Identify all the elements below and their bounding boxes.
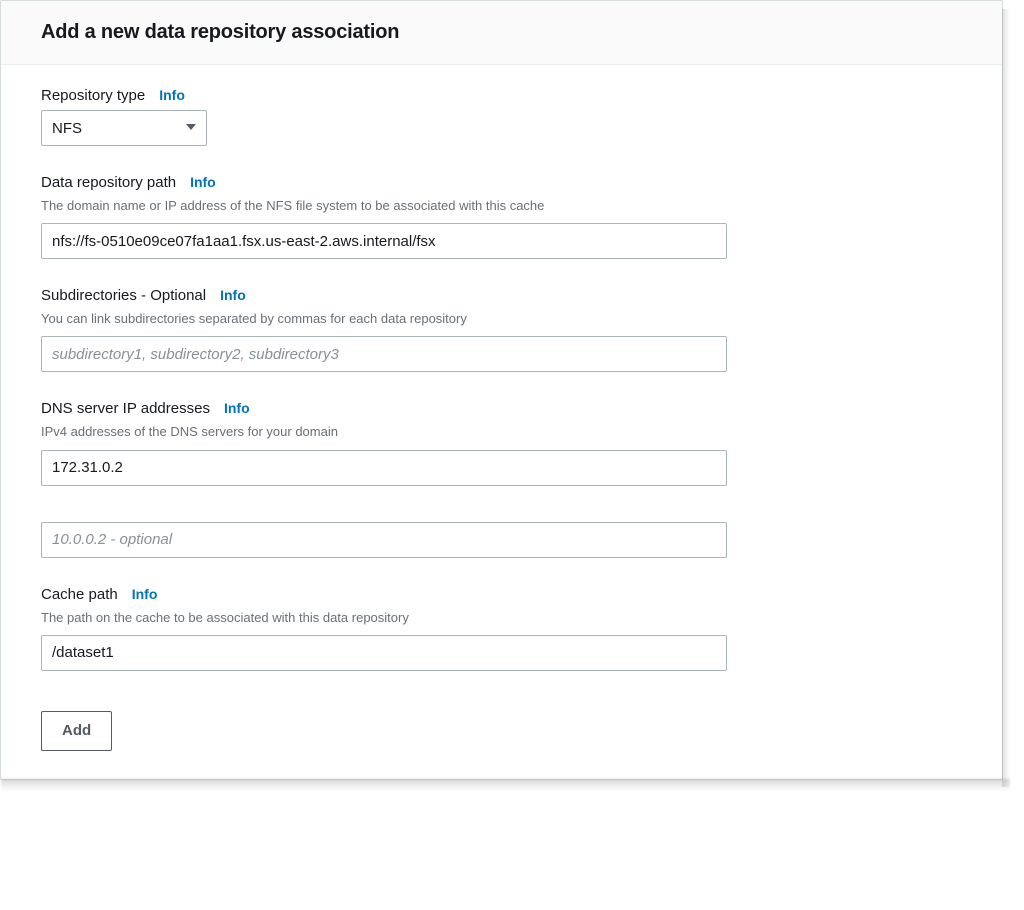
cache-path-group: Cache path Info The path on the cache to… [41,586,962,671]
dns-help: IPv4 addresses of the DNS servers for yo… [41,423,962,441]
dns-input-2[interactable] [41,522,727,558]
panel-header: Add a new data repository association [1,1,1002,65]
info-link[interactable]: Info [159,87,185,103]
repository-type-group: Repository type Info NFS [41,87,962,146]
cache-path-help: The path on the cache to be associated w… [41,609,962,627]
dns-input-stack [41,450,962,558]
repository-path-label: Data repository path [41,174,176,191]
panel-title: Add a new data repository association [41,21,962,44]
repository-path-group: Data repository path Info The domain nam… [41,174,962,259]
decorative-shadow [1,779,1010,791]
label-row: Data repository path Info [41,174,962,191]
dns-input-1[interactable] [41,450,727,486]
subdirectories-help: You can link subdirectories separated by… [41,310,962,328]
subdirectories-input[interactable] [41,336,727,372]
label-row: DNS server IP addresses Info [41,400,962,417]
cache-path-label: Cache path [41,586,118,603]
repository-type-label: Repository type [41,87,145,104]
info-link[interactable]: Info [224,400,250,416]
info-link[interactable]: Info [190,174,216,190]
dns-group: DNS server IP addresses Info IPv4 addres… [41,400,962,557]
subdirectories-label: Subdirectories - Optional [41,287,206,304]
dns-label: DNS server IP addresses [41,400,210,417]
subdirectories-group: Subdirectories - Optional Info You can l… [41,287,962,372]
cache-path-input[interactable] [41,635,727,671]
label-row: Subdirectories - Optional Info [41,287,962,304]
repository-path-help: The domain name or IP address of the NFS… [41,197,962,215]
panel-body: Repository type Info NFS Data repository… [1,65,1002,779]
label-row: Cache path Info [41,586,962,603]
add-button[interactable]: Add [41,711,112,751]
info-link[interactable]: Info [132,586,158,602]
label-row: Repository type Info [41,87,962,104]
info-link[interactable]: Info [220,287,246,303]
repository-path-input[interactable] [41,223,727,259]
form-panel: Add a new data repository association Re… [0,0,1003,780]
repository-type-select[interactable]: NFS [41,110,207,146]
repository-type-select-wrap: NFS [41,110,207,146]
